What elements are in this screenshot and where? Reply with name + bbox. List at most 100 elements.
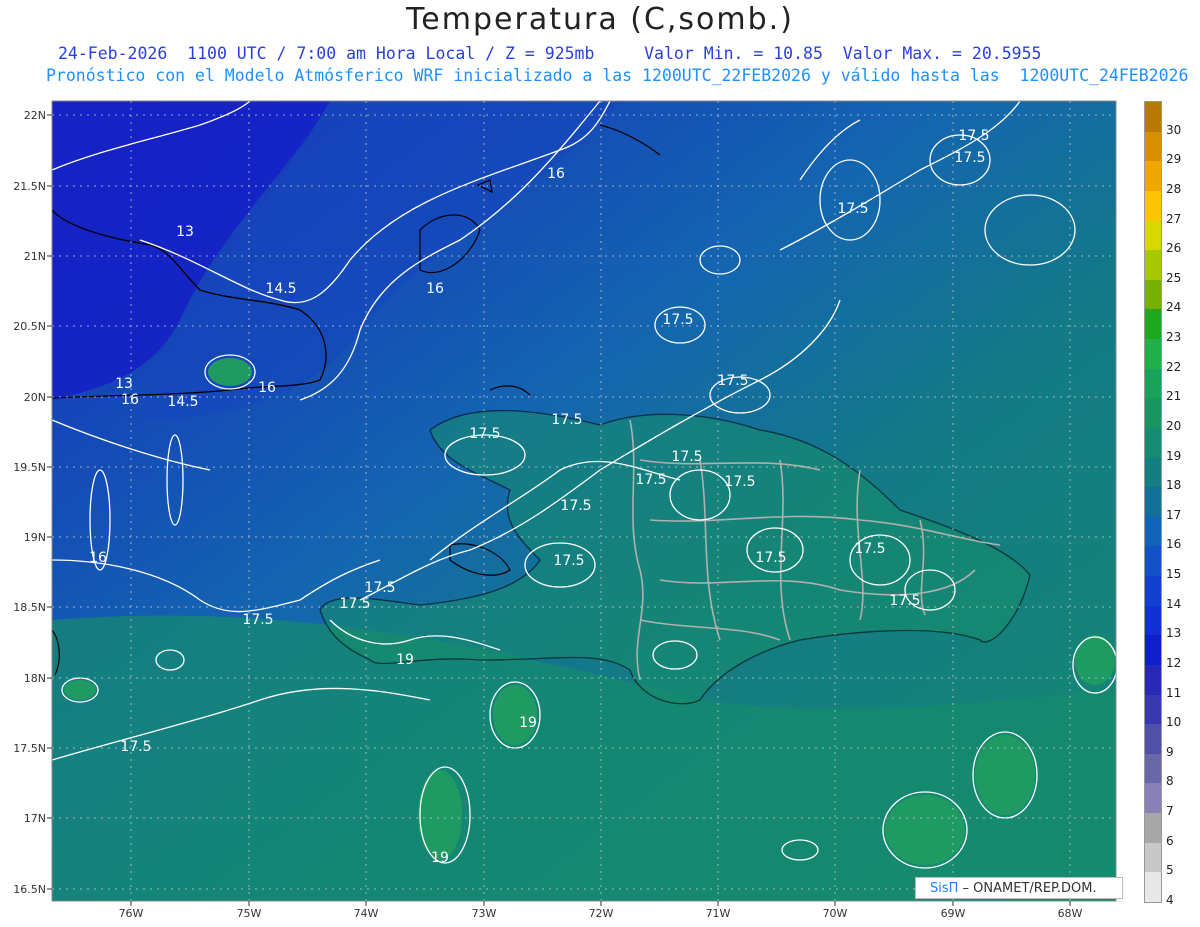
colorbar-label: 25: [1166, 270, 1182, 285]
lat-label: 20.5N: [13, 320, 46, 333]
colorbar-cell: [1145, 309, 1161, 340]
lon-label: 74W: [354, 907, 379, 920]
contour-label: 17.5: [889, 593, 920, 609]
lat-label: 18N: [24, 672, 46, 685]
contour-label: 19: [396, 652, 414, 668]
colorbar-cell: [1145, 250, 1161, 281]
contour-label: 17.5: [717, 373, 748, 389]
colorbar-label: 9: [1166, 744, 1174, 759]
contour-label: 16: [426, 281, 444, 297]
colorbar-cell: [1145, 872, 1161, 903]
contour-label: 17.5: [553, 553, 584, 569]
warm-patch: [64, 680, 96, 700]
warm-patch: [208, 358, 252, 386]
contour-label: 14.5: [265, 281, 296, 297]
lat-label: 18.5N: [13, 601, 46, 614]
lon-label: 75W: [237, 907, 262, 920]
contour-label: 17.5: [120, 739, 151, 755]
colorbar-cell: [1145, 694, 1161, 725]
contour-label: 17.5: [837, 201, 868, 217]
colorbar-cell: [1145, 487, 1161, 518]
contour-label: 17.5: [635, 472, 666, 488]
credit-box: SisΠ – ONAMET/REP.DOM.: [915, 877, 1123, 899]
colorbar-label: 22: [1166, 359, 1182, 374]
colorbar-label: 24: [1166, 300, 1182, 315]
contour-label: 19: [519, 715, 537, 731]
colorbar-cell: [1145, 398, 1161, 429]
colorbar-cell: [1145, 457, 1161, 488]
contour-label: 14.5: [167, 394, 198, 410]
colorbar-cell: [1145, 724, 1161, 755]
colorbar-cell: [1145, 753, 1161, 784]
colorbar-cell: [1145, 546, 1161, 577]
colorbar-cell: [1145, 427, 1161, 458]
warm-patch: [418, 770, 462, 860]
colorbar-cell: [1145, 842, 1161, 873]
colorbar-cell: [1145, 783, 1161, 814]
lat-label: 19N: [24, 531, 46, 544]
colorbar-cell: [1145, 102, 1161, 132]
colorbar-label: 26: [1166, 241, 1182, 256]
colorbar-cell: [1145, 220, 1161, 251]
colorbar-label: 21: [1166, 389, 1182, 404]
lat-label: 20N: [24, 391, 46, 404]
colorbar-label: 27: [1166, 211, 1182, 226]
contour-label: 17.5: [724, 474, 755, 490]
colorbar-label: 18: [1166, 478, 1182, 493]
contour-label: 17.5: [551, 412, 582, 428]
colorbar-cell: [1145, 161, 1161, 192]
contour-label: 17.5: [560, 498, 591, 514]
colorbar-cell: [1145, 516, 1161, 547]
colorbar-label: 17: [1166, 507, 1182, 522]
lat-label: 16.5N: [13, 883, 46, 896]
contour-label: 13: [115, 376, 133, 392]
lat-label: 17N: [24, 812, 46, 825]
lat-label: 21N: [24, 250, 46, 263]
warm-patch: [975, 735, 1035, 815]
lon-label: 70W: [823, 907, 848, 920]
contour-label: 17.5: [954, 150, 985, 166]
contour-label: 17.5: [364, 580, 395, 596]
colorbar-label: 30: [1166, 122, 1182, 137]
temperature-map: 13 13 14.5 14.5 16 16 16 16 16 17.5 17.5 17.5 17.5 17…: [13, 100, 1117, 920]
colorbar-label: 7: [1166, 804, 1174, 819]
colorbar-label: 29: [1166, 152, 1182, 167]
contour-label: 17.5: [242, 612, 273, 628]
contour-label: 17.5: [958, 128, 989, 144]
contour-label: 17.5: [662, 312, 693, 328]
lon-label: 71W: [706, 907, 731, 920]
colorbar-label: 10: [1166, 715, 1182, 730]
colorbar-label: 14: [1166, 596, 1182, 611]
contour-label: 17.5: [755, 550, 786, 566]
contour-label: 16: [121, 392, 139, 408]
lat-label: 19.5N: [13, 461, 46, 474]
colorbar-cell: [1145, 813, 1161, 844]
lon-label: 73W: [472, 907, 497, 920]
colorbar-label: 12: [1166, 655, 1182, 670]
colorbar-label: 20: [1166, 418, 1182, 433]
colorbar-label: 5: [1166, 863, 1174, 878]
lon-label: 72W: [589, 907, 614, 920]
contour-label: 19: [431, 850, 449, 866]
contour-label: 17.5: [671, 449, 702, 465]
colorbar-cell: [1145, 131, 1161, 162]
colorbar-label: 15: [1166, 567, 1182, 582]
colorbar-label: 16: [1166, 537, 1182, 552]
colorbar-label: 8: [1166, 774, 1174, 789]
lon-label: 76W: [119, 907, 144, 920]
colorbar-label: 6: [1166, 833, 1174, 848]
lat-label: 21.5N: [13, 180, 46, 193]
lon-label: 68W: [1058, 907, 1083, 920]
colorbar-cell: [1145, 664, 1161, 695]
contour-label: 16: [547, 166, 565, 182]
contour-label: 16: [258, 380, 276, 396]
contour-label: 17.5: [854, 541, 885, 557]
contour-label: 17.5: [469, 426, 500, 442]
colorbar-cell: [1145, 339, 1161, 370]
colorbar-cell: [1145, 190, 1161, 221]
colorbar-cell: [1145, 605, 1161, 636]
sis-logo-text: SisΠ: [930, 881, 959, 896]
colorbar-cell: [1145, 279, 1161, 310]
lon-label: 69W: [941, 907, 966, 920]
contour-label: 16: [89, 550, 107, 566]
